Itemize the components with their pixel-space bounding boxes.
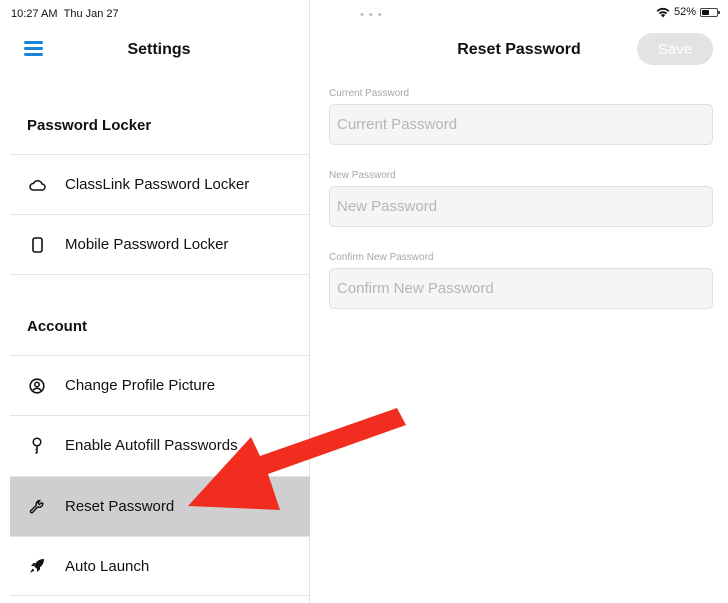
current-password-label: Current Password xyxy=(329,88,410,99)
sidebar-item-reset-password[interactable]: Reset Password xyxy=(10,476,310,536)
user-circle-icon xyxy=(28,377,46,395)
wrench-icon xyxy=(28,498,46,516)
section-header-account: Account xyxy=(27,318,87,335)
battery-icon xyxy=(700,7,720,17)
sidebar-item-mobile-password-locker[interactable]: Mobile Password Locker xyxy=(10,214,310,274)
battery-percent: 52% xyxy=(673,6,696,18)
divider xyxy=(10,274,310,275)
sidebar: Settings Password Locker ClassLink Passw… xyxy=(0,0,310,603)
sidebar-item-label: Mobile Password Locker xyxy=(65,236,229,253)
sidebar-item-label: Auto Launch xyxy=(65,557,150,575)
confirm-new-password-label: Confirm New Password xyxy=(329,252,434,263)
phone-icon xyxy=(28,236,46,254)
sidebar-item-label: Change Profile Picture xyxy=(65,377,216,394)
cloud-icon xyxy=(28,176,46,194)
new-password-field[interactable] xyxy=(329,186,713,227)
wifi-icon xyxy=(656,7,670,17)
sidebar-item-auto-launch[interactable]: Auto Launch xyxy=(10,536,310,596)
sidebar-item-label: ClassLink Password Locker xyxy=(65,176,250,193)
sidebar-title: Settings xyxy=(127,41,191,58)
key-icon xyxy=(28,436,46,455)
multitasking-dots[interactable]: • • • xyxy=(360,9,383,21)
sidebar-item-label: Reset Password xyxy=(65,498,175,515)
new-password-label: New Password xyxy=(329,170,396,181)
sidebar-item-enable-autofill-passwords[interactable]: Enable Autofill Passwords xyxy=(10,415,310,475)
save-button[interactable]: Save xyxy=(637,33,713,65)
current-password-field[interactable] xyxy=(329,104,713,145)
section-header-password-locker: Password Locker xyxy=(27,117,152,134)
sidebar-item-label: Enable Autofill Passwords xyxy=(65,437,238,454)
sidebar-item-change-profile-picture[interactable]: Change Profile Picture xyxy=(10,355,310,415)
rocket-icon xyxy=(28,557,46,575)
status-indicators: 52% xyxy=(656,6,720,18)
confirm-new-password-field[interactable] xyxy=(329,268,713,309)
sidebar-item-classlink-password-locker[interactable]: ClassLink Password Locker xyxy=(10,154,310,214)
